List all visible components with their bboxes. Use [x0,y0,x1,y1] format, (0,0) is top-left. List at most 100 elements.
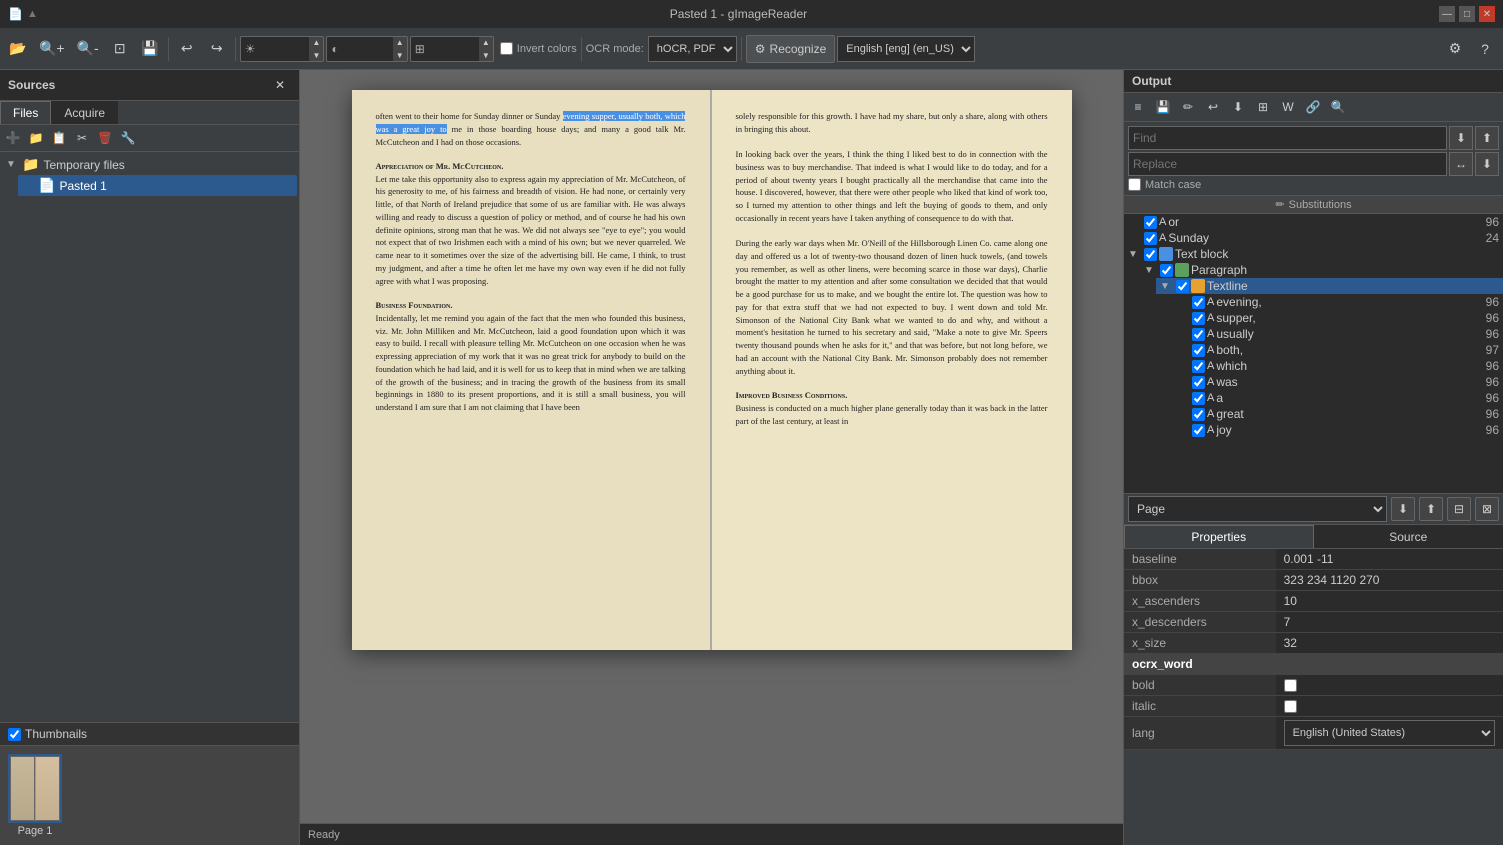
output-save-button[interactable]: 💾 [1151,95,1175,119]
tree-item-sunday-checkbox[interactable] [1144,232,1157,245]
tree-item-paragraph[interactable]: ▼ Paragraph [1140,262,1503,278]
zoom-value-input[interactable]: 0.0 [259,40,309,58]
zoom-in-button[interactable]: 🔍+ [34,35,70,63]
zoom-reset-button[interactable]: ⊡ [106,35,134,63]
language-select[interactable]: English [eng] (en_US) French [fra] Germa… [837,36,975,62]
cut-button[interactable]: ✂ [71,127,93,149]
word-joy-checkbox[interactable] [1192,424,1205,437]
replace-button[interactable]: ↔ [1449,152,1473,176]
tree-item-sunday[interactable]: A Sunday 24 [1124,230,1503,246]
output-find-button[interactable]: 🔍 [1326,95,1350,119]
tree-word-great[interactable]: A great 96 [1172,406,1503,422]
tree-item-pasted1[interactable]: 📄 Pasted 1 [18,175,297,196]
output-copy-button[interactable]: ⊞ [1251,95,1275,119]
help-button[interactable]: ? [1471,35,1499,63]
tree-word-which[interactable]: A which 96 [1172,358,1503,374]
tree-item-textline[interactable]: ▼ Textline [1156,278,1503,294]
output-edit-button[interactable]: ✏ [1176,95,1200,119]
zoom-down-button[interactable]: ▼ [309,49,323,62]
brightness-up-button[interactable]: ▲ [393,36,407,49]
maximize-button[interactable]: □ [1459,6,1475,22]
output-clear-button[interactable]: ⬇ [1226,95,1250,119]
save-button[interactable]: 💾 [136,35,164,63]
zoom-up-button[interactable]: ▲ [309,36,323,49]
tree-group-textblock: ▼ Text block ▼ Paragraph [1124,246,1503,438]
output-tree[interactable]: A or 96 A Sunday 24 ▼ Text block [1124,214,1503,494]
brightness-input[interactable]: 0 [343,40,393,58]
tree-item-temporary-files[interactable]: ▼ 📁 Temporary files [2,154,297,175]
nav-down-button[interactable]: ⬇ [1391,497,1415,521]
word-icon: A [1159,216,1166,228]
match-case-checkbox[interactable] [1128,178,1141,191]
minimize-button[interactable]: — [1439,6,1455,22]
word-a-checkbox[interactable] [1192,392,1205,405]
thumbnails-checkbox[interactable] [8,728,21,741]
add-file-button[interactable]: ➕ [2,127,24,149]
folder-icon: 📁 [22,156,39,173]
paragraph-checkbox[interactable] [1160,264,1173,277]
recognize-button[interactable]: ⚙ Recognize [746,35,835,63]
open-file-button[interactable]: 📁 [25,127,47,149]
resolution-input[interactable]: 100 [429,40,479,58]
ocr-mode-select[interactable]: hOCR, PDF hOCR PDF Text [648,36,737,62]
resolution-up-button[interactable]: ▲ [479,36,493,49]
word-was-checkbox[interactable] [1192,376,1205,389]
open-button[interactable]: 📂 [4,35,32,63]
tree-word-supper[interactable]: A supper, 96 [1172,310,1503,326]
nav-split-button[interactable]: ⊠ [1475,497,1499,521]
thumbnails-header[interactable]: Thumbnails [0,723,299,746]
tree-word-was[interactable]: A was 96 [1172,374,1503,390]
word-great-checkbox[interactable] [1192,408,1205,421]
find-input[interactable] [1128,126,1447,150]
tab-source[interactable]: Source [1314,525,1503,548]
bold-checkbox[interactable] [1284,679,1297,692]
paste-button[interactable]: 📋 [48,127,70,149]
tree-item-textblock[interactable]: ▼ Text block [1124,246,1503,262]
tree-word-joy[interactable]: A joy 96 [1172,422,1503,438]
nav-align-button[interactable]: ⊟ [1447,497,1471,521]
lang-dropdown[interactable]: English (United States) French (France) … [1284,720,1495,746]
tree-word-a[interactable]: A a 96 [1172,390,1503,406]
image-viewport[interactable]: often went to their home for Sunday dinn… [300,70,1123,823]
word-which-checkbox[interactable] [1192,360,1205,373]
invert-colors-checkbox[interactable] [500,42,513,55]
italic-checkbox[interactable] [1284,700,1297,713]
word-supper-checkbox[interactable] [1192,312,1205,325]
tree-word-evening[interactable]: A evening, 96 [1172,294,1503,310]
separator-2 [235,37,236,61]
tree-word-usually[interactable]: A usually 96 [1172,326,1503,342]
undo-button[interactable]: ↩ [173,35,201,63]
page-select[interactable]: Page [1128,496,1387,522]
thumbnail-page1[interactable]: Page 1 [8,754,62,837]
tree-item-or[interactable]: A or 96 [1124,214,1503,230]
tree-word-both[interactable]: A both, 97 [1172,342,1503,358]
tab-files[interactable]: Files [0,101,51,124]
output-link-button[interactable]: 🔗 [1301,95,1325,119]
delete-button[interactable]: 🗑 [94,127,116,149]
output-menu-button[interactable]: ≡ [1126,95,1150,119]
textline-checkbox[interactable] [1176,280,1189,293]
find-next-button[interactable]: ⬇ [1449,126,1473,150]
output-undo-button[interactable]: ↩ [1201,95,1225,119]
word-usually-checkbox[interactable] [1192,328,1205,341]
brightness-down-button[interactable]: ▼ [393,49,407,62]
sources-close-button[interactable]: ✕ [269,74,291,96]
replace-input[interactable] [1128,152,1447,176]
word-both-checkbox[interactable] [1192,344,1205,357]
tree-item-or-checkbox[interactable] [1144,216,1157,229]
scan-button[interactable]: 🔧 [117,127,139,149]
app-icon: 📄 [8,7,23,21]
tab-acquire[interactable]: Acquire [51,101,118,124]
redo-button[interactable]: ↪ [203,35,231,63]
tab-properties[interactable]: Properties [1124,525,1314,548]
word-evening-checkbox[interactable] [1192,296,1205,309]
output-append-button[interactable]: W [1276,95,1300,119]
replace-all-button[interactable]: ⬇ [1475,152,1499,176]
find-prev-button[interactable]: ⬆ [1475,126,1499,150]
resolution-down-button[interactable]: ▼ [479,49,493,62]
textblock-checkbox[interactable] [1144,248,1157,261]
close-button[interactable]: ✕ [1479,6,1495,22]
zoom-out-button[interactable]: 🔍- [72,35,104,63]
settings-button[interactable]: ⚙ [1441,35,1469,63]
nav-up-button[interactable]: ⬆ [1419,497,1443,521]
